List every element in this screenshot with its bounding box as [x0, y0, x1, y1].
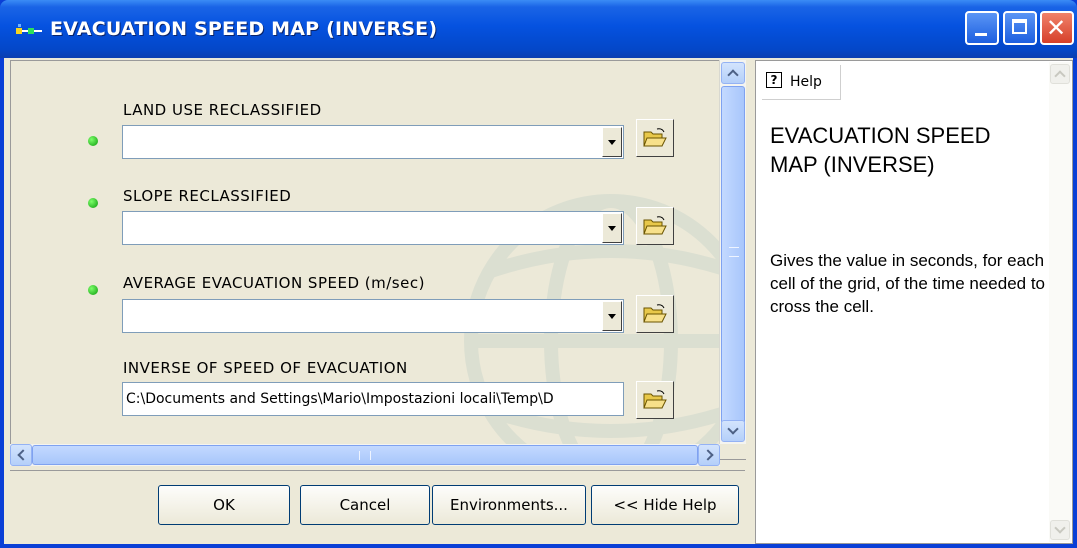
dialog-window: EVACUATION SPEED MAP (INVERSE) ✕ LAND US…: [0, 0, 1077, 548]
maximize-button[interactable]: [1003, 11, 1037, 45]
parameters-horizontal-scrollbar[interactable]: [10, 444, 720, 466]
help-scroll-down-button[interactable]: [1050, 520, 1070, 540]
land-use-label: LAND USE RECLASSIFIED: [123, 101, 322, 119]
title-bar[interactable]: EVACUATION SPEED MAP (INVERSE) ✕: [0, 0, 1077, 58]
scroll-right-button[interactable]: [698, 444, 720, 466]
tab-help[interactable]: ? Help: [762, 65, 841, 100]
help-heading: EVACUATION SPEED MAP (INVERSE): [770, 123, 991, 177]
required-indicator-icon: [88, 198, 98, 208]
slope-combobox[interactable]: [122, 211, 624, 245]
scroll-left-button[interactable]: [10, 444, 32, 466]
chevron-up-icon: [727, 69, 739, 81]
required-indicator-icon: [88, 285, 98, 295]
required-indicator-icon: [88, 136, 98, 146]
maximize-icon: [1012, 19, 1027, 34]
minimize-icon: [975, 33, 987, 36]
slope-browse-button[interactable]: [636, 207, 674, 245]
window-title: EVACUATION SPEED MAP (INVERSE): [50, 18, 438, 40]
scroll-down-button[interactable]: [721, 420, 745, 442]
vertical-scroll-thumb[interactable]: [721, 86, 745, 424]
grip-icon: [729, 247, 739, 257]
inverse-speed-path-input[interactable]: C:\Documents and Settings\Mario\Impostaz…: [122, 382, 624, 416]
grip-icon: [359, 451, 371, 460]
help-description: Gives the value in seconds, for each cel…: [770, 251, 1046, 316]
help-vertical-scrollbar[interactable]: [1049, 62, 1071, 542]
help-tab-label: Help: [790, 74, 822, 90]
open-folder-icon: [643, 128, 667, 147]
close-button[interactable]: ✕: [1040, 11, 1074, 45]
help-question-icon: ?: [766, 72, 782, 88]
chevron-left-icon: [17, 449, 29, 461]
avg-speed-browse-button[interactable]: [636, 295, 674, 333]
chevron-right-icon: [702, 449, 714, 461]
dialog-client-area: LAND USE RECLASSIFIED SLOPE RECLASSIFIED: [4, 58, 1073, 544]
scroll-up-button[interactable]: [721, 62, 745, 84]
chevron-down-icon[interactable]: [602, 127, 622, 157]
open-folder-icon: [643, 304, 667, 323]
cancel-button[interactable]: Cancel: [300, 485, 430, 525]
hide-help-button[interactable]: << Hide Help: [591, 485, 739, 525]
minimize-button[interactable]: [965, 11, 999, 45]
inverse-speed-browse-button[interactable]: [636, 381, 674, 419]
chevron-up-icon: [1054, 70, 1066, 82]
horizontal-scroll-thumb[interactable]: [32, 445, 698, 465]
chevron-down-icon[interactable]: [602, 301, 622, 331]
parameters-panel: LAND USE RECLASSIFIED SLOPE RECLASSIFIED: [10, 60, 746, 460]
avg-speed-combobox[interactable]: [122, 299, 624, 333]
environments-button[interactable]: Environments...: [432, 485, 586, 525]
help-panel: ? Help EVACUATION SPEED MAP (INVERSE) Gi…: [755, 60, 1073, 544]
chevron-down-icon: [727, 423, 739, 435]
parameters-vertical-scrollbar[interactable]: [719, 60, 746, 444]
model-tool-icon: [16, 24, 42, 34]
land-use-combobox[interactable]: [122, 125, 624, 159]
open-folder-icon: [643, 390, 667, 409]
slope-label: SLOPE RECLASSIFIED: [123, 187, 292, 205]
help-scroll-up-button[interactable]: [1050, 64, 1070, 84]
chevron-down-icon[interactable]: [602, 213, 622, 243]
dialog-button-bar: OK Cancel Environments... << Hide Help: [10, 470, 745, 543]
inverse-speed-label: INVERSE OF SPEED OF EVACUATION: [123, 359, 408, 377]
close-icon: ✕: [1046, 14, 1067, 42]
land-use-browse-button[interactable]: [636, 119, 674, 157]
ok-button[interactable]: OK: [158, 485, 290, 525]
chevron-down-icon: [1054, 522, 1066, 534]
avg-speed-label: AVERAGE EVACUATION SPEED (m/sec): [123, 274, 425, 292]
open-folder-icon: [643, 216, 667, 235]
